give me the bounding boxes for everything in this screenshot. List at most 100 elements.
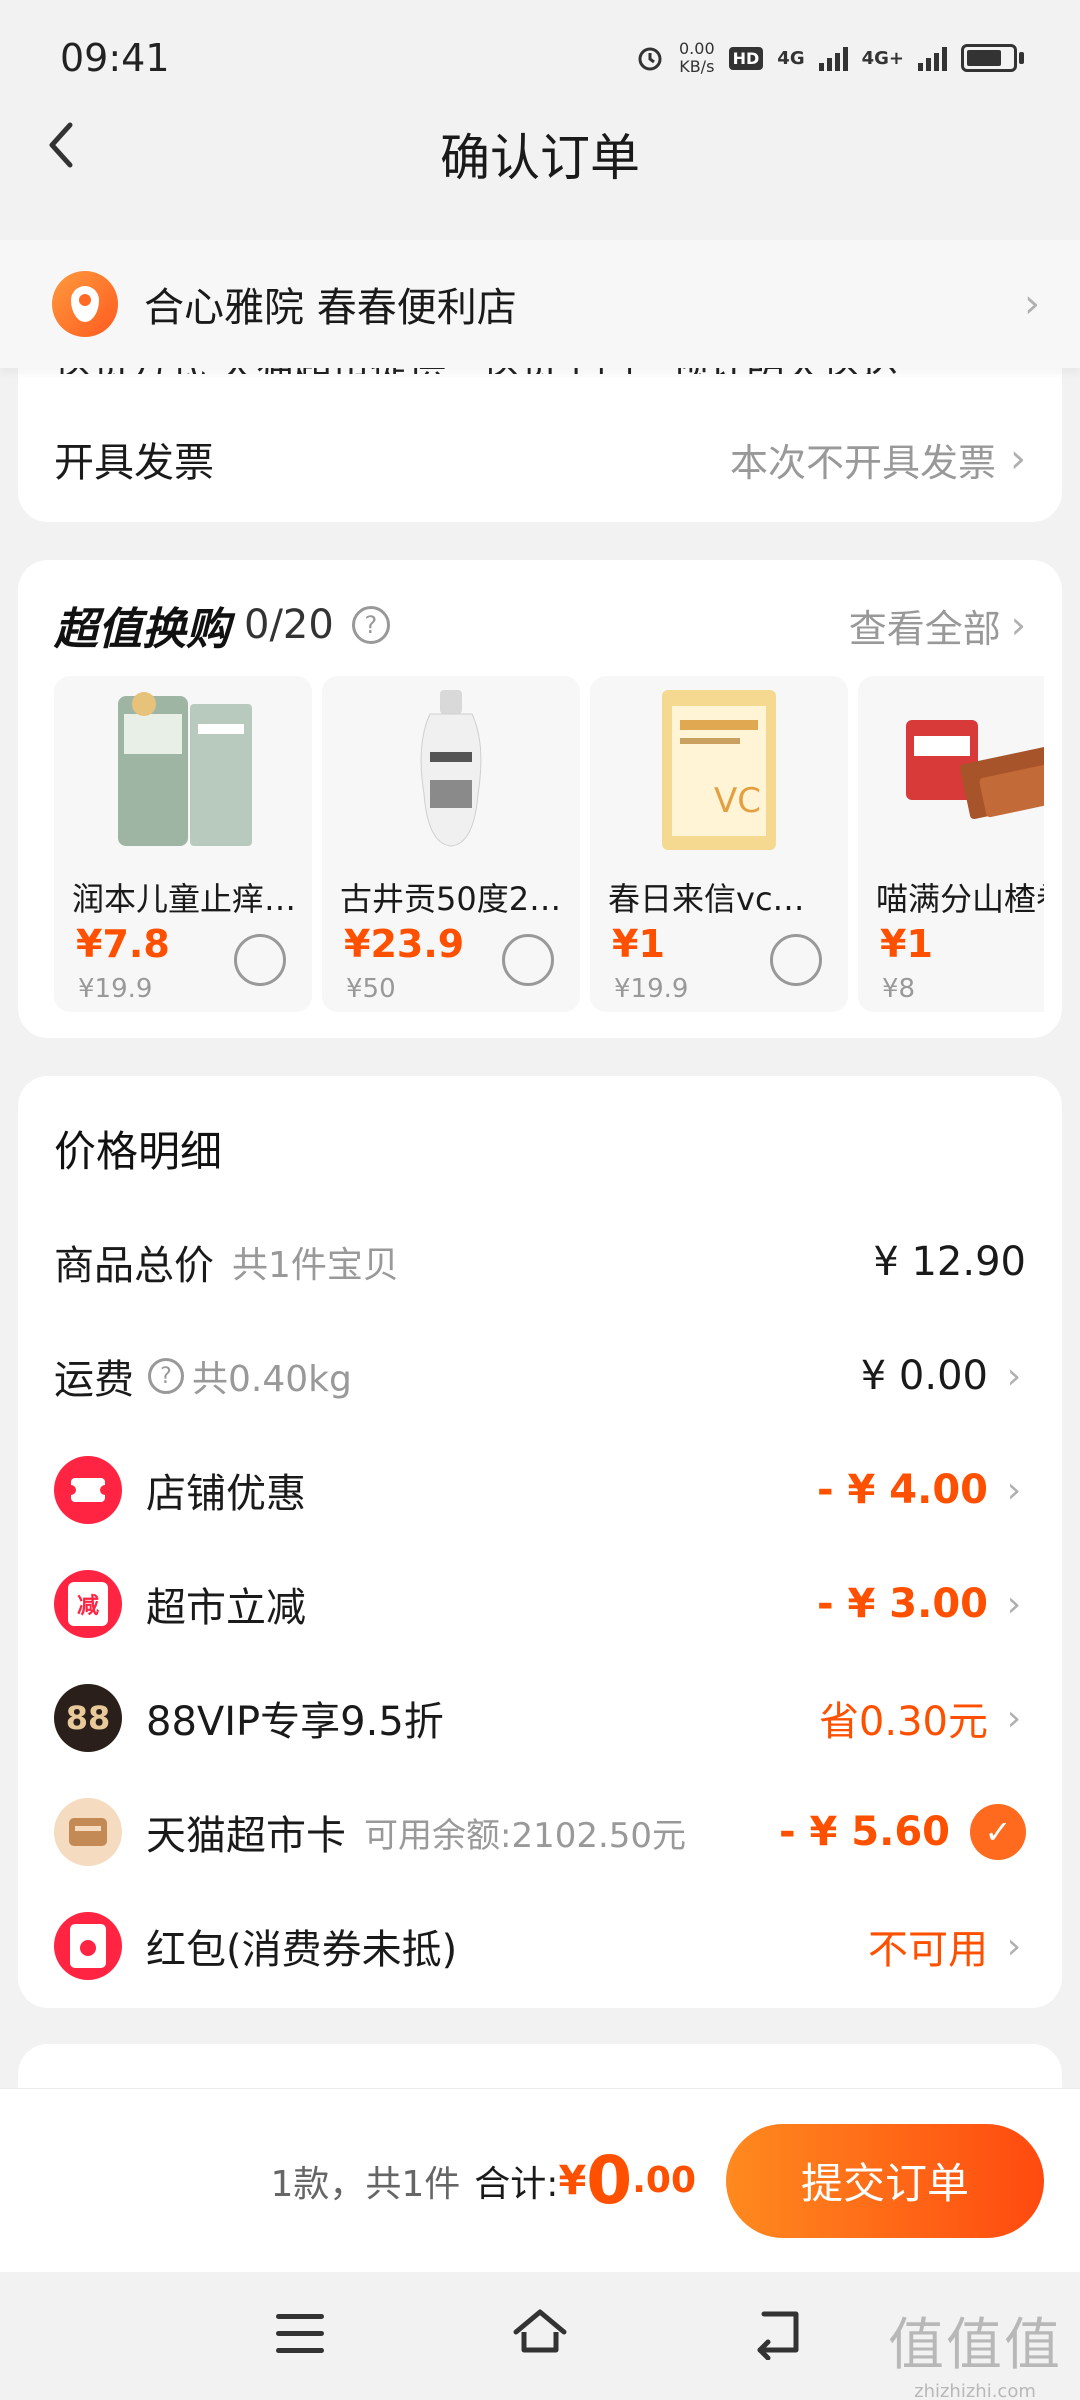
menu-icon[interactable]: [276, 2314, 324, 2354]
card-icon: [54, 1798, 122, 1866]
chevron-right-icon: ›: [1006, 1925, 1022, 1967]
hd-icon: HD: [728, 46, 764, 70]
home-icon[interactable]: [510, 2302, 570, 2362]
help-icon[interactable]: ?: [148, 1358, 184, 1394]
alarm-icon: [638, 47, 662, 71]
shop-discount-label: 店铺优惠: [146, 1471, 306, 1517]
product-image: VC: [662, 690, 776, 850]
red-packet-label: 红包(消费券未抵): [146, 1927, 458, 1973]
status-bar: 09:41 0.00 KB/s HD 4G 4G+: [0, 0, 1080, 110]
help-icon[interactable]: ?: [351, 606, 390, 644]
total-currency: ¥: [558, 2157, 587, 2204]
market-card-balance: 可用余额:2102.50元: [364, 1815, 687, 1856]
product-name: 润本儿童止痒舒缓棒: [72, 880, 298, 918]
price-detail-card: 价格明细 商品总价 共1件宝贝 ¥ 12.90 运费 ? 共0.40kg ¥ 0…: [18, 1076, 1062, 2008]
market-card-value: - ¥ 5.60: [779, 1809, 950, 1855]
sim1-label: 4G: [777, 47, 805, 69]
total-decimal: .00: [632, 2160, 696, 2201]
vip-badge-icon: 88: [54, 1684, 122, 1752]
swap-count: 0/20: [244, 602, 334, 648]
status-time: 09:41: [60, 36, 170, 80]
invoice-label: 开具发票: [54, 440, 214, 486]
market-discount-value: - ¥ 3.00: [817, 1581, 988, 1627]
back-icon[interactable]: [752, 2306, 808, 2360]
invoice-value: 本次不开具发票: [729, 440, 996, 485]
market-card-label: 天猫超市卡: [146, 1813, 346, 1859]
market-discount-row[interactable]: 减 超市立减 - ¥ 3.00 ›: [54, 1564, 1026, 1644]
goods-total-count: 共1件宝贝: [232, 1245, 399, 1286]
product-image: [420, 690, 482, 847]
select-radio[interactable]: [770, 934, 822, 986]
chevron-right-icon: ›: [1006, 1355, 1022, 1397]
product-image: [906, 720, 1044, 820]
svg-text:VC: VC: [714, 781, 761, 821]
battery-icon: [961, 44, 1017, 72]
shipping-label: 运费: [54, 1357, 134, 1403]
shipping-value: ¥ 0.00: [860, 1353, 988, 1399]
red-packet-value: 不可用: [868, 1927, 988, 1973]
swap-product[interactable]: 润本儿童止痒舒缓棒 ¥7.8 ¥19.9: [54, 676, 312, 1012]
product-price: ¥1: [612, 922, 665, 966]
view-all-link[interactable]: 查看全部 ›: [849, 598, 1026, 653]
net-speed-unit: KB/s: [679, 57, 715, 76]
swap-header: 超值换购 0/20 ? 查看全部 ›: [54, 590, 1026, 660]
vip-discount-label: 88VIP专享9.5折: [146, 1699, 444, 1745]
market-discount-label: 超市立减: [146, 1585, 306, 1631]
chevron-right-icon: ›: [1010, 436, 1026, 482]
product-name: 古井贡50度2瓶装: [340, 880, 566, 918]
watermark-url: zhizhizhi.com: [914, 2381, 1036, 2400]
invoice-row[interactable]: 开具发票 本次不开具发票 ›: [54, 430, 1026, 488]
total-integer: 0: [586, 2142, 633, 2219]
goods-total-value: ¥ 12.90: [873, 1239, 1026, 1285]
address-text: 合心雅院 春春便利店: [144, 285, 517, 331]
product-original-price: ¥50: [346, 974, 396, 1004]
red-packet-icon: [54, 1912, 122, 1980]
chevron-right-icon: ›: [1006, 1583, 1022, 1625]
product-price: ¥23.9: [344, 922, 465, 966]
battery-tip: [1019, 52, 1024, 64]
signal-icon: [918, 45, 947, 71]
page-title: 确认订单: [440, 129, 640, 187]
view-all-label: 查看全部: [848, 606, 1001, 651]
item-count: 1款，共1件: [270, 2163, 461, 2205]
checkout-bar: 1款，共1件 合计: ¥ 0 .00 提交订单: [0, 2088, 1080, 2272]
swap-title: 超值换购: [54, 604, 230, 655]
red-packet-row[interactable]: 红包(消费券未抵) 不可用 ›: [54, 1906, 1026, 1986]
status-icons: 0.00 KB/s HD 4G 4G+: [635, 40, 1024, 76]
product-original-price: ¥19.9: [78, 974, 153, 1004]
vip-discount-value: 省0.30元: [818, 1699, 988, 1745]
chevron-right-icon: ›: [1024, 281, 1040, 327]
vip-discount-row[interactable]: 88 88VIP专享9.5折 省0.30元 ›: [54, 1678, 1026, 1758]
select-radio[interactable]: [234, 934, 286, 986]
watermark: 值值值 zhizhizhi.com: [888, 2300, 1062, 2400]
submit-order-button[interactable]: 提交订单: [726, 2123, 1044, 2238]
swap-product[interactable]: 古井贡50度2瓶装 ¥23.9 ¥50: [322, 676, 580, 1012]
select-radio[interactable]: [502, 934, 554, 986]
chevron-right-icon: ›: [1010, 603, 1026, 647]
product-price: ¥1: [880, 922, 933, 966]
price-detail-title: 价格明细: [54, 1127, 223, 1176]
swap-product[interactable]: 喵满分山楂卷 ¥1 ¥8: [858, 676, 1044, 1012]
shop-discount-value: - ¥ 4.00: [817, 1467, 988, 1513]
address-bar[interactable]: 合心雅院 春春便利店 ›: [0, 240, 1080, 368]
chevron-right-icon: ›: [1006, 1697, 1022, 1739]
check-icon[interactable]: ✓: [970, 1804, 1026, 1860]
total-label: 合计:: [474, 2163, 559, 2205]
net-speed: 0.00 KB/s: [679, 40, 715, 76]
market-card-row[interactable]: 天猫超市卡 可用余额:2102.50元 - ¥ 5.60 ✓: [54, 1792, 1026, 1872]
discount-icon-char: 减: [68, 1582, 108, 1626]
swap-product-list[interactable]: 润本儿童止痒舒缓棒 ¥7.8 ¥19.9 古井贡50度2瓶装 ¥23.9 ¥50: [54, 676, 1044, 1016]
product-original-price: ¥8: [882, 974, 916, 1004]
signal-icon: [818, 45, 848, 71]
product-name: 喵满分山楂卷: [876, 880, 1044, 918]
swap-product[interactable]: VC 春日来信vc泡腾片 ¥1 ¥19.9: [590, 676, 848, 1012]
shop-discount-row[interactable]: 店铺优惠 - ¥ 4.00 ›: [54, 1450, 1026, 1530]
product-name: 春日来信vc泡腾片: [608, 880, 834, 918]
product-price: ¥7.8: [76, 922, 170, 966]
goods-total-label: 商品总价: [54, 1243, 214, 1289]
location-pin-icon: [52, 271, 118, 337]
product-image: [118, 692, 252, 846]
sim2-label: 4G+: [861, 47, 904, 69]
shipping-row[interactable]: 运费 ? 共0.40kg ¥ 0.00 ›: [54, 1336, 1026, 1416]
product-original-price: ¥19.9: [614, 974, 689, 1004]
